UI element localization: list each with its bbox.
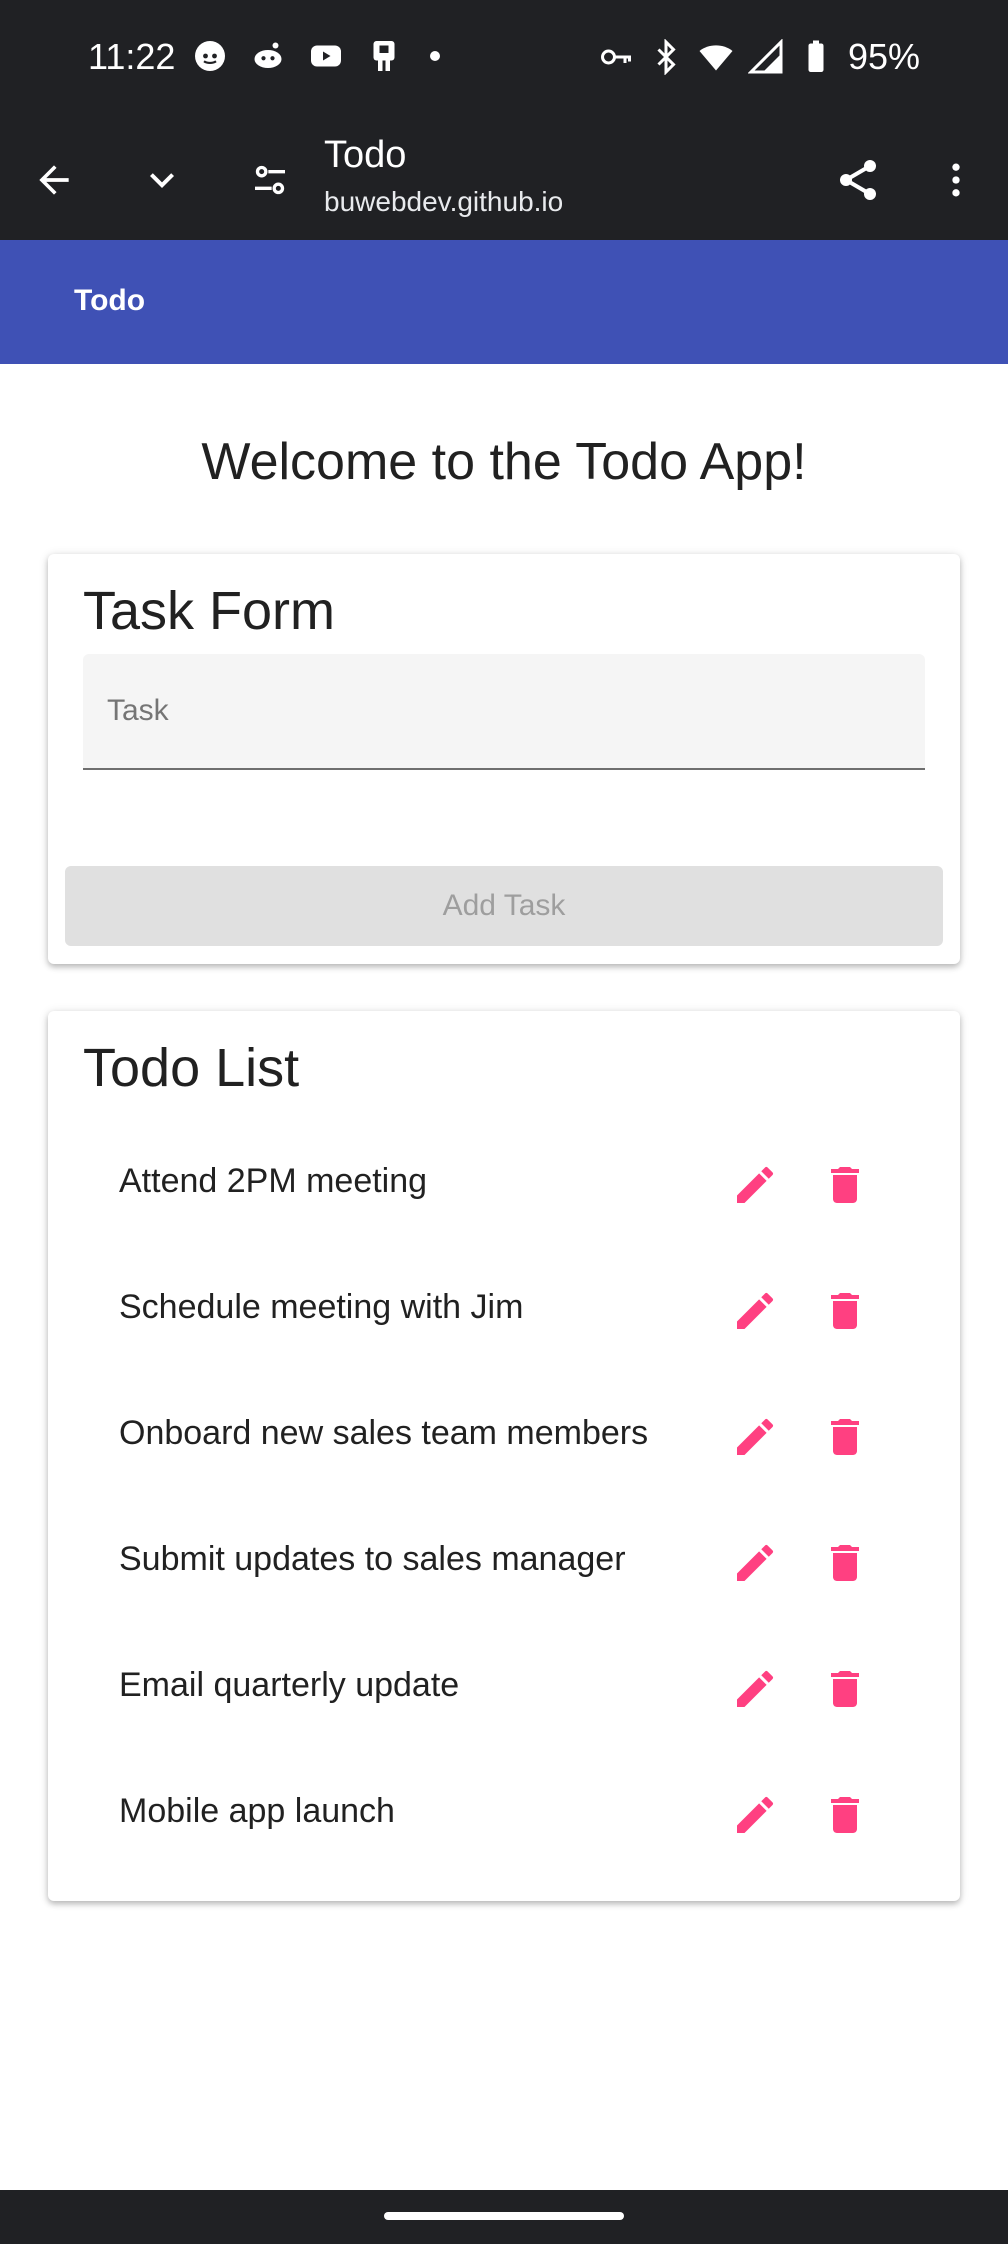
- share-icon: [840, 160, 876, 200]
- todo-item-label: Attend 2PM meeting: [119, 1162, 428, 1200]
- minimize-button[interactable]: [126, 144, 198, 216]
- trash-icon: [831, 1167, 859, 1203]
- todo-item: Attend 2PM meeting: [48, 1126, 960, 1252]
- todo-list: Attend 2PM meeting Schedule meeting with…: [48, 1126, 960, 1882]
- edit-icon: [737, 1166, 774, 1203]
- browser-toolbar: Todo buwebdev.github.io: [0, 118, 1008, 240]
- site-settings-button[interactable]: [234, 144, 306, 216]
- task-input[interactable]: [83, 654, 925, 768]
- delete-button[interactable]: [814, 1658, 876, 1720]
- delete-button[interactable]: [814, 1154, 876, 1216]
- trash-icon: [831, 1419, 859, 1455]
- battery-icon: [808, 40, 824, 72]
- notification-dot-icon: [430, 51, 440, 61]
- edit-icon: [737, 1292, 774, 1329]
- task-form-card: Task Form Add Task: [48, 554, 960, 964]
- bluetooth-icon: [657, 39, 676, 75]
- signal-icon: [747, 39, 783, 74]
- chevron-down-icon: [150, 173, 174, 188]
- todo-item-label: Email quarterly update: [119, 1666, 460, 1704]
- status-icons-right: 95%: [598, 36, 920, 78]
- youtube-icon: [311, 45, 341, 67]
- back-button[interactable]: [18, 144, 90, 216]
- edit-button[interactable]: [724, 1154, 786, 1216]
- todo-list-card: Todo List Attend 2PM meeting Schedule me…: [48, 1011, 960, 1901]
- edit-button[interactable]: [724, 1532, 786, 1594]
- todo-item: Submit updates to sales manager: [48, 1504, 960, 1630]
- todo-list-title: Todo List: [83, 1038, 300, 1098]
- status-icons-left: [192, 38, 440, 74]
- delete-button[interactable]: [814, 1784, 876, 1846]
- delete-button[interactable]: [814, 1280, 876, 1342]
- delete-button[interactable]: [814, 1406, 876, 1468]
- todo-item-label: Onboard new sales team members: [119, 1414, 649, 1452]
- system-navigation-bar: [0, 2190, 1008, 2244]
- screen: 11:22 95% Todo buwebdev.github.io Todo W…: [0, 0, 1008, 2244]
- todo-item-label: Schedule meeting with Jim: [119, 1288, 524, 1326]
- edit-icon: [737, 1544, 774, 1581]
- reddit-alien-icon: [254, 42, 282, 68]
- arrow-back-icon: [39, 165, 69, 195]
- trash-icon: [831, 1671, 859, 1707]
- app-toolbar: Todo: [0, 240, 1008, 364]
- trash-icon: [831, 1545, 859, 1581]
- add-task-button[interactable]: Add Task: [65, 866, 943, 946]
- task-form-title: Task Form: [83, 581, 336, 641]
- edit-icon: [737, 1670, 774, 1707]
- status-bar: 11:22 95%: [0, 0, 1008, 118]
- vpn-key-icon: [600, 49, 631, 65]
- trash-icon: [831, 1293, 859, 1329]
- app-title: Todo: [74, 284, 146, 317]
- welcome-heading: Welcome to the Todo App!: [201, 433, 807, 491]
- tune-icon: [255, 165, 285, 195]
- edit-button[interactable]: [724, 1784, 786, 1846]
- home-gesture-handle[interactable]: [384, 2212, 624, 2220]
- todo-item-label: Submit updates to sales manager: [119, 1540, 626, 1578]
- more-vert-icon: [952, 163, 960, 197]
- todo-item: Mobile app launch: [48, 1756, 960, 1882]
- trash-icon: [831, 1797, 859, 1833]
- edit-button[interactable]: [724, 1280, 786, 1342]
- browser-url[interactable]: buwebdev.github.io: [324, 186, 563, 218]
- browser-page-title[interactable]: Todo: [324, 134, 406, 177]
- todo-item-label: Mobile app launch: [119, 1792, 395, 1830]
- status-time: 11:22: [88, 36, 176, 77]
- todo-item: Schedule meeting with Jim: [48, 1252, 960, 1378]
- edit-button[interactable]: [724, 1658, 786, 1720]
- remote-icon: [373, 41, 395, 71]
- more-options-button[interactable]: [920, 144, 992, 216]
- share-button[interactable]: [822, 144, 894, 216]
- todo-item: Onboard new sales team members: [48, 1378, 960, 1504]
- wifi-icon: [699, 45, 733, 71]
- delete-button[interactable]: [814, 1532, 876, 1594]
- edit-button[interactable]: [724, 1406, 786, 1468]
- task-field: [83, 654, 925, 770]
- battery-percent: 95%: [847, 36, 920, 77]
- todo-item: Email quarterly update: [48, 1630, 960, 1756]
- edit-icon: [737, 1418, 774, 1455]
- reddit-icon: [195, 41, 225, 71]
- edit-icon: [737, 1796, 774, 1833]
